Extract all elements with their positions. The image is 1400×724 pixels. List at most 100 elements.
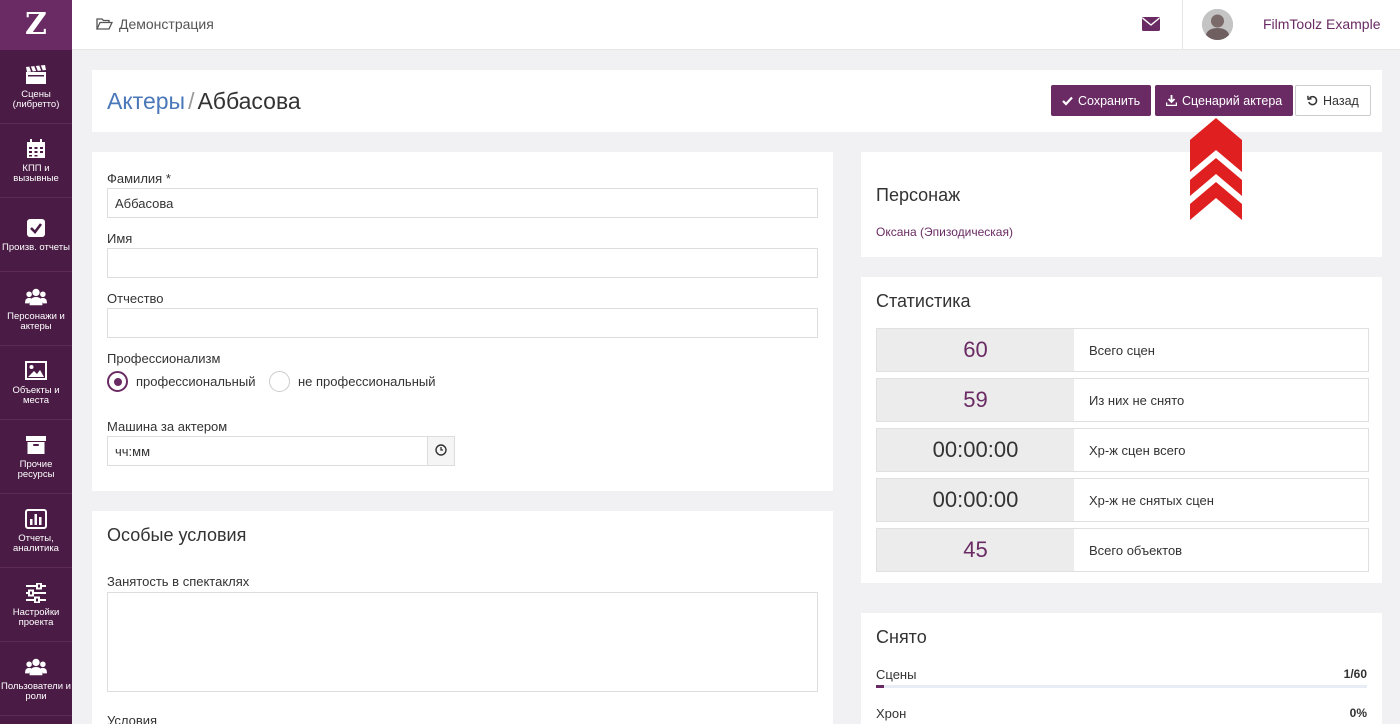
annotation-arrow: [1188, 118, 1244, 223]
car-label: Машина за актером: [107, 419, 228, 434]
chron-progress-value: 0%: [1349, 706, 1367, 720]
sidebar-item-label: Отчеты, аналитика: [13, 533, 59, 554]
breadcrumb-label: Демонстрация: [119, 16, 214, 32]
conditions-label: Условия: [107, 713, 158, 724]
stat-row-not-shot: 59 Из них не снято: [876, 378, 1369, 422]
stat-value: 60: [877, 329, 1074, 371]
character-title: Персонаж: [876, 185, 961, 205]
radio-professional-selected[interactable]: [107, 371, 128, 392]
clapperboard-icon: [25, 65, 47, 85]
page-title: Актеры / Аббасова: [107, 88, 301, 115]
bar-chart-icon: [25, 509, 47, 529]
surname-field[interactable]: Аббасова: [107, 188, 818, 218]
radio-non-professional-label: не профессиональный: [298, 374, 436, 389]
sidebar-item-label: Прочие ресурсы: [17, 459, 55, 480]
breadcrumb[interactable]: Демонстрация: [96, 16, 214, 32]
stat-row-total-scenes: 60 Всего сцен: [876, 328, 1369, 372]
image-icon: [25, 361, 47, 381]
save-button[interactable]: Сохранить: [1051, 85, 1152, 116]
download-icon: [1166, 95, 1177, 106]
surname-label-text: Фамилия: [107, 171, 163, 186]
back-button[interactable]: Назад: [1295, 85, 1371, 116]
stat-row-total-objects: 45 Всего объектов: [876, 528, 1369, 572]
stat-label: Хр-ж не снятых сцен: [1089, 492, 1214, 508]
sidebar-item-label: Произв. отчеты: [2, 242, 70, 253]
sidebar-item-reports[interactable]: Произв. отчеты: [0, 198, 72, 272]
app-logo[interactable]: Z: [0, 0, 72, 50]
stat-value: 00:00:00: [877, 479, 1074, 521]
sidebar-item-label: Сцены (либретто): [12, 89, 60, 110]
envelope-icon[interactable]: [1142, 17, 1160, 34]
radio-non-professional-circle[interactable]: [269, 371, 290, 392]
sidebar-item-label: Настройки проекта: [12, 607, 60, 628]
professionalism-label: Профессионализм: [107, 351, 221, 366]
name-field[interactable]: [107, 248, 818, 278]
special-conditions-panel: Особые условия Занятость в спектаклях Ус…: [92, 511, 833, 724]
surname-label: Фамилия *: [107, 171, 171, 186]
topbar-divider: [1182, 0, 1183, 50]
undo-icon: [1307, 95, 1318, 106]
clock-icon: [435, 443, 447, 459]
sidebar-item-settings[interactable]: Настройки проекта: [0, 568, 72, 642]
stat-value: 45: [877, 529, 1074, 571]
sidebar-item-kpp[interactable]: КПП и вызывные: [0, 124, 72, 198]
sidebar-item-users[interactable]: Пользователи и роли: [0, 642, 72, 716]
character-panel: Персонаж Оксана (Эпизодическая): [861, 152, 1382, 257]
actor-name-title: Аббасова: [197, 88, 301, 114]
stat-label: Всего сцен: [1089, 342, 1155, 358]
actor-script-button[interactable]: Сценарий актера: [1155, 85, 1294, 116]
scenes-progress-fill: [876, 685, 885, 688]
sidebar: Z Сцены (либретто) КПП и вызывные Произв…: [0, 0, 72, 724]
stat-row-duration-total: 00:00:00 Хр-ж сцен всего: [876, 428, 1369, 472]
sidebar-item-characters[interactable]: Персонажи и актеры: [0, 272, 72, 346]
special-conditions-title: Особые условия: [107, 525, 247, 545]
stat-label: Из них не снято: [1089, 392, 1185, 408]
logo-text: Z: [25, 7, 47, 42]
stat-label: Всего объектов: [1089, 542, 1183, 558]
stat-row-duration-unshot: 00:00:00 Хр-ж не снятых сцен: [876, 478, 1369, 522]
sliders-icon: [25, 583, 47, 603]
user-name[interactable]: FilmToolz Example: [1263, 16, 1380, 32]
sidebar-item-scenes[interactable]: Сцены (либретто): [0, 50, 72, 124]
car-time-field[interactable]: чч:мм: [107, 436, 428, 466]
name-label: Имя: [107, 231, 133, 246]
stat-value: 59: [877, 379, 1074, 421]
title-separator: /: [188, 88, 195, 114]
statistics-panel: Статистика 60 Всего сцен 59 Из них не сн…: [861, 277, 1382, 583]
calendar-icon: [25, 139, 47, 159]
avatar[interactable]: [1202, 9, 1233, 40]
character-link[interactable]: Оксана (Эпизодическая): [876, 225, 1013, 239]
shot-title: Снято: [876, 627, 927, 647]
users-icon: [25, 287, 47, 307]
statistics-title: Статистика: [876, 291, 971, 311]
actor-form-panel: Фамилия * Аббасова Имя Отчество Професси…: [92, 152, 833, 491]
radio-professional[interactable]: профессиональный: [107, 371, 255, 392]
actors-link[interactable]: Актеры: [107, 88, 185, 114]
scenes-progress-value: 1/60: [1343, 667, 1367, 681]
chron-progress-label: Хрон: [876, 706, 907, 721]
scenes-progress-label: Сцены: [876, 667, 917, 682]
sidebar-item-label: КПП и вызывные: [13, 163, 59, 184]
busy-textarea[interactable]: [107, 592, 818, 692]
top-bar: Демонстрация FilmToolz Example: [72, 0, 1400, 50]
clock-button[interactable]: [427, 436, 455, 466]
patronymic-label: Отчество: [107, 291, 164, 306]
patronymic-field[interactable]: [107, 308, 818, 338]
busy-label: Занятость в спектаклях: [107, 574, 250, 589]
stat-value: 00:00:00: [877, 429, 1074, 471]
check-icon: [1062, 96, 1073, 106]
shot-panel: Снято Сцены 1/60 Хрон 0%: [861, 613, 1382, 724]
sidebar-item-label: Пользователи и роли: [1, 681, 71, 702]
stat-label: Хр-ж сцен всего: [1089, 442, 1186, 458]
required-mark: *: [165, 171, 171, 186]
radio-non-professional[interactable]: не профессиональный: [269, 371, 436, 392]
radio-professional-label: профессиональный: [136, 374, 256, 389]
sidebar-item-analytics[interactable]: Отчеты, аналитика: [0, 494, 72, 568]
actor-script-button-label: Сценарий актера: [1182, 93, 1283, 108]
sidebar-item-resources[interactable]: Прочие ресурсы: [0, 420, 72, 494]
archive-icon: [25, 435, 47, 455]
scenes-progress-bar: [876, 685, 1367, 688]
sidebar-item-objects[interactable]: Объекты и места: [0, 346, 72, 420]
sidebar-item-label: Персонажи и актеры: [7, 311, 65, 332]
checkbox-icon: [25, 218, 47, 238]
